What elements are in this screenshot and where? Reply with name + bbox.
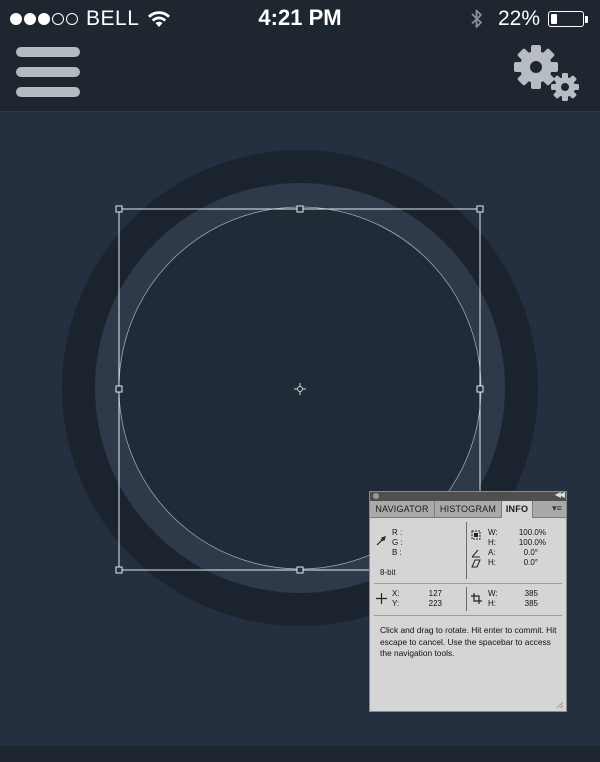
column-divider bbox=[466, 587, 467, 611]
panel-menu-icon[interactable]: ▾≡ bbox=[550, 503, 564, 514]
scale-h-value: 100.0% bbox=[518, 538, 546, 547]
close-icon[interactable] bbox=[373, 493, 379, 499]
eyedropper-icon bbox=[376, 536, 386, 546]
angle-icon bbox=[471, 549, 480, 558]
transform-handle[interactable] bbox=[115, 566, 123, 574]
bit-depth: 8-bit bbox=[380, 568, 396, 577]
info-panel: ◀◀ NAVIGATOR HISTOGRAM INFO ▾≡ R : G : B… bbox=[369, 490, 567, 712]
tab-navigator[interactable]: NAVIGATOR bbox=[370, 501, 435, 517]
tool-hint-text: Click and drag to rotate. Hit enter to c… bbox=[380, 625, 557, 658]
crop-size-icon bbox=[471, 593, 482, 604]
r-label: R : bbox=[392, 528, 403, 537]
transform-handle[interactable] bbox=[115, 385, 123, 393]
y-value: 223 bbox=[428, 599, 442, 608]
tab-info[interactable]: INFO bbox=[502, 501, 533, 518]
transform-handle[interactable] bbox=[476, 205, 484, 213]
scale-icon bbox=[471, 530, 481, 540]
section-divider bbox=[374, 583, 562, 584]
section-divider bbox=[374, 615, 562, 616]
size-w-label: W: bbox=[488, 589, 498, 598]
angle-value: 0.0° bbox=[523, 548, 538, 557]
b-label: B : bbox=[392, 548, 402, 557]
crosshair-icon bbox=[376, 593, 387, 604]
x-value: 127 bbox=[428, 589, 442, 598]
column-divider bbox=[466, 522, 467, 579]
size-h-label: H: bbox=[488, 599, 496, 608]
resize-grip-icon[interactable] bbox=[556, 701, 564, 709]
transform-handle[interactable] bbox=[115, 205, 123, 213]
skew-value: 0.0° bbox=[523, 558, 538, 567]
transform-handle[interactable] bbox=[296, 205, 304, 213]
scale-h-label: H: bbox=[488, 538, 496, 547]
panel-tabs: NAVIGATOR HISTOGRAM INFO ▾≡ bbox=[370, 501, 566, 518]
size-w-value: 385 bbox=[524, 589, 538, 598]
skew-label: H: bbox=[488, 558, 496, 567]
angle-label: A: bbox=[488, 548, 496, 557]
g-label: G : bbox=[392, 538, 403, 547]
scale-w-label: W: bbox=[488, 528, 498, 537]
size-h-value: 385 bbox=[524, 599, 538, 608]
transform-handle[interactable] bbox=[476, 385, 484, 393]
collapse-icon[interactable]: ◀◀ bbox=[555, 490, 565, 499]
skew-icon bbox=[471, 559, 481, 568]
scale-w-value: 100.0% bbox=[518, 528, 546, 537]
y-label: Y: bbox=[392, 599, 400, 608]
tab-histogram[interactable]: HISTOGRAM bbox=[435, 501, 502, 517]
panel-title-bar[interactable]: ◀◀ bbox=[370, 490, 566, 501]
transform-handle[interactable] bbox=[296, 566, 304, 574]
x-label: X: bbox=[392, 589, 400, 598]
